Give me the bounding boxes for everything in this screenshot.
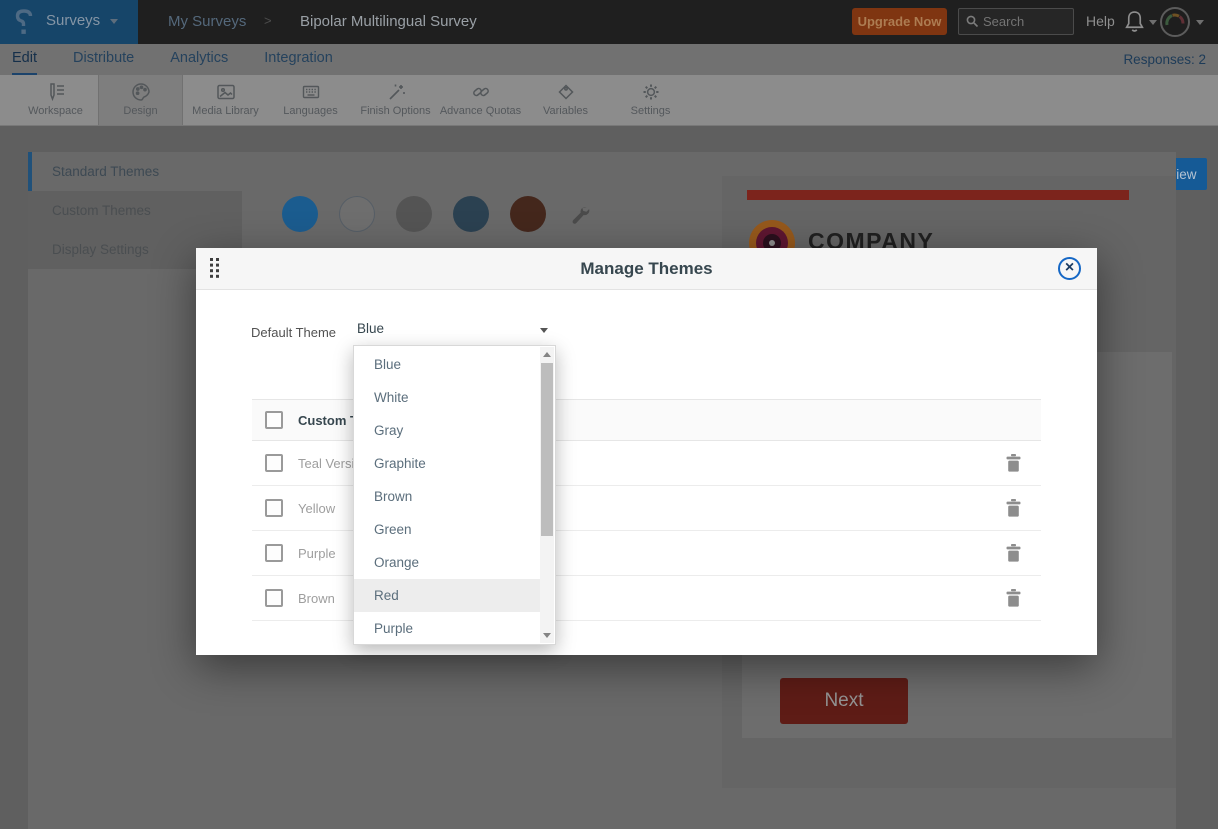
- dropdown-option[interactable]: Red: [354, 579, 540, 612]
- notifications-bell-icon[interactable]: [1124, 10, 1145, 38]
- bell-caret-icon[interactable]: [1149, 20, 1157, 25]
- dropdown-option[interactable]: White: [354, 381, 540, 414]
- modal-header: Manage Themes ×: [196, 248, 1097, 290]
- responses-count[interactable]: Responses: 2: [1123, 44, 1206, 75]
- avatar[interactable]: [1160, 7, 1190, 37]
- manage-themes-modal: Manage Themes × Default Theme Blue Custo…: [196, 248, 1097, 655]
- dropdown-option[interactable]: Graphite: [354, 447, 540, 480]
- search-input[interactable]: [983, 10, 1069, 33]
- languages-keyboard-icon: [268, 79, 353, 105]
- preview-next-button[interactable]: Next: [780, 678, 908, 724]
- default-theme-select[interactable]: Blue: [353, 315, 556, 345]
- delete-trash-icon[interactable]: [1006, 499, 1021, 522]
- breadcrumb-separator: >: [264, 13, 272, 28]
- sidebar-item-standard-themes[interactable]: Standard Themes: [28, 152, 242, 191]
- workspace-icon: [13, 79, 98, 105]
- dropdown-option[interactable]: Brown: [354, 480, 540, 513]
- modal-title: Manage Themes: [196, 248, 1097, 290]
- upgrade-now-button[interactable]: Upgrade Now: [852, 8, 947, 35]
- variables-tag-icon: [523, 79, 608, 105]
- scrollbar-thumb[interactable]: [541, 363, 553, 536]
- toolbar-media-library[interactable]: Media Library: [183, 75, 268, 125]
- toolbar-settings[interactable]: Settings: [608, 75, 693, 125]
- theme-name: Yellow: [298, 486, 335, 531]
- toolbar-finish-options[interactable]: Finish Options: [353, 75, 438, 125]
- top-bar: Surveys My Surveys > Bipolar Multilingua…: [0, 0, 1218, 44]
- standard-theme-swatches: [282, 196, 546, 232]
- questionpro-logo-icon: [14, 8, 34, 40]
- row-checkbox[interactable]: [265, 589, 283, 607]
- avatar-caret-icon[interactable]: [1196, 20, 1204, 25]
- sidebar-item-custom-themes[interactable]: Custom Themes: [28, 191, 242, 230]
- default-theme-value: Blue: [357, 321, 384, 336]
- design-palette-icon: [99, 79, 182, 105]
- theme-swatch[interactable]: [396, 196, 432, 232]
- settings-gear-icon: [608, 79, 693, 105]
- toolbar-variables[interactable]: Variables: [523, 75, 608, 125]
- dropdown-option[interactable]: Gray: [354, 414, 540, 447]
- theme-swatch[interactable]: [282, 196, 318, 232]
- select-all-checkbox[interactable]: [265, 411, 283, 429]
- customize-wrench-icon[interactable]: [568, 204, 590, 231]
- edit-toolbar: Workspace Design Media Library: [0, 75, 1218, 126]
- default-theme-label: Default Theme: [251, 325, 336, 340]
- toolbar-languages[interactable]: Languages: [268, 75, 353, 125]
- finish-options-wand-icon: [353, 79, 438, 105]
- toolbar-workspace[interactable]: Workspace: [13, 75, 98, 125]
- dropdown-option[interactable]: Blue: [354, 348, 540, 381]
- delete-trash-icon[interactable]: [1006, 544, 1021, 567]
- toolbar-design[interactable]: Design: [98, 75, 183, 125]
- global-search[interactable]: [958, 8, 1074, 35]
- logo-block[interactable]: Surveys: [0, 0, 138, 44]
- select-caret-icon: [540, 328, 548, 333]
- dropdown-option[interactable]: Purple: [354, 612, 540, 645]
- preview-accent-bar: [747, 190, 1129, 200]
- default-theme-dropdown: Blue White Gray Graphite Brown Green Ora…: [353, 345, 556, 645]
- theme-name: Brown: [298, 576, 335, 621]
- toolbar-advance-quotas[interactable]: Advance Quotas: [438, 75, 523, 125]
- tab-integration[interactable]: Integration: [264, 44, 333, 75]
- theme-swatch[interactable]: [510, 196, 546, 232]
- tab-edit[interactable]: Edit: [12, 44, 37, 75]
- survey-nav: Edit Distribute Analytics Integration Re…: [0, 44, 1218, 75]
- tab-analytics[interactable]: Analytics: [170, 44, 228, 75]
- dropdown-scrollbar[interactable]: [540, 347, 554, 643]
- row-checkbox[interactable]: [265, 454, 283, 472]
- help-link[interactable]: Help: [1086, 13, 1115, 29]
- scroll-up-icon[interactable]: [543, 352, 551, 357]
- drag-handle-icon[interactable]: [210, 258, 220, 285]
- delete-trash-icon[interactable]: [1006, 454, 1021, 477]
- row-checkbox[interactable]: [265, 544, 283, 562]
- theme-swatch[interactable]: [339, 196, 375, 232]
- product-menu[interactable]: Surveys: [46, 12, 100, 29]
- modal-close-icon[interactable]: ×: [1058, 257, 1081, 280]
- product-caret-icon: [110, 19, 118, 24]
- media-library-icon: [183, 79, 268, 105]
- breadcrumb-parent[interactable]: My Surveys: [168, 13, 246, 30]
- tab-distribute[interactable]: Distribute: [73, 44, 134, 75]
- dropdown-option[interactable]: Orange: [354, 546, 540, 579]
- theme-name: Purple: [298, 531, 336, 576]
- scroll-down-icon[interactable]: [543, 633, 551, 638]
- advance-quotas-chain-icon: [438, 79, 523, 105]
- search-icon: [966, 15, 979, 28]
- delete-trash-icon[interactable]: [1006, 589, 1021, 612]
- theme-swatch[interactable]: [453, 196, 489, 232]
- breadcrumb-current: Bipolar Multilingual Survey: [300, 13, 477, 30]
- row-checkbox[interactable]: [265, 499, 283, 517]
- dropdown-option[interactable]: Green: [354, 513, 540, 546]
